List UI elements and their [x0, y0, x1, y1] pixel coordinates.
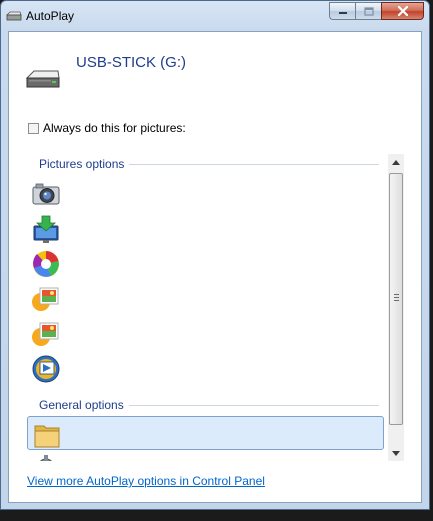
title-bar[interactable]: AutoPlay	[1, 1, 429, 31]
photo-gallery-icon	[32, 287, 59, 311]
maximize-icon	[363, 6, 374, 16]
autoplay-content: USB-STICK (G:) Always do this for pictur…	[8, 31, 422, 503]
section-general-options: General options	[27, 398, 379, 412]
list-item[interactable]	[27, 246, 384, 280]
list-scrollbar[interactable]	[388, 154, 404, 461]
section-label: General options	[39, 398, 124, 412]
gear-icon	[39, 455, 53, 461]
picasa-icon	[33, 251, 59, 277]
camera-icon	[32, 183, 60, 205]
scroll-up-button[interactable]	[388, 154, 404, 170]
always-do-option[interactable]: Always do this for pictures:	[28, 121, 186, 135]
chevron-up-icon	[392, 159, 400, 165]
media-player-icon	[32, 355, 60, 383]
always-do-checkbox[interactable]	[28, 122, 39, 134]
photo-gallery-icon	[32, 322, 59, 346]
drive-icon	[6, 11, 22, 21]
options-list[interactable]: Pictures options General options	[27, 154, 404, 461]
autoplay-window: AutoPlay USB-STICK (G:) Always do this f…	[0, 0, 430, 510]
scroll-down-button[interactable]	[388, 445, 404, 461]
section-divider	[128, 404, 379, 406]
folder-icon	[34, 425, 60, 448]
close-button[interactable]	[381, 2, 424, 20]
maximize-button[interactable]	[355, 2, 381, 20]
list-item[interactable]	[27, 281, 384, 315]
scroll-grip	[394, 294, 399, 303]
window-title: AutoPlay	[26, 9, 75, 23]
list-item[interactable]	[27, 351, 384, 385]
import-to-computer-icon	[33, 215, 59, 243]
device-name: USB-STICK (G:)	[76, 54, 187, 71]
usb-drive-icon	[25, 70, 60, 88]
minimize-button[interactable]	[329, 2, 355, 20]
minimize-icon	[338, 12, 347, 14]
more-autoplay-options-link[interactable]: View more AutoPlay options in Control Pa…	[27, 474, 265, 488]
section-label: Pictures options	[39, 157, 125, 171]
close-icon	[397, 6, 408, 16]
list-item[interactable]	[27, 449, 384, 461]
section-divider	[129, 163, 379, 165]
list-item[interactable]	[27, 416, 384, 450]
always-do-label: Always do this for pictures:	[43, 121, 186, 135]
list-item[interactable]	[27, 211, 384, 245]
section-pictures-options: Pictures options	[27, 157, 379, 171]
chevron-down-icon	[392, 450, 400, 456]
scroll-thumb[interactable]	[389, 173, 403, 425]
list-item[interactable]	[27, 176, 384, 210]
list-item[interactable]	[27, 316, 384, 350]
